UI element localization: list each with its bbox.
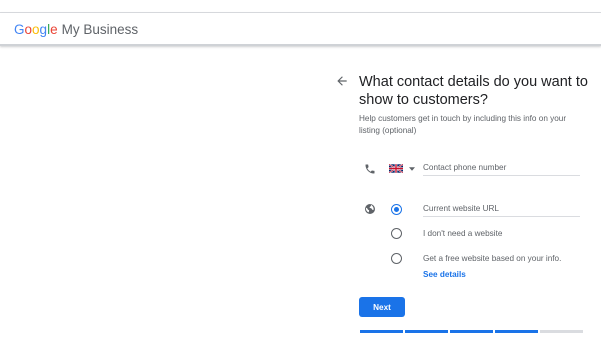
- progress-step: [495, 330, 538, 333]
- progress-step: [450, 330, 493, 333]
- website-option-none-radio[interactable]: [391, 228, 402, 239]
- phone-icon: [365, 164, 375, 174]
- logo-letter: g: [39, 22, 48, 37]
- app-header: Google My Business: [0, 13, 601, 46]
- website-option-free-radio[interactable]: [391, 253, 402, 264]
- globe-icon: [365, 204, 375, 214]
- page-title: What contact details do you want to show…: [359, 74, 588, 108]
- logo-letter: G: [14, 22, 25, 37]
- website-url-input[interactable]: [423, 202, 580, 217]
- website-option-current-radio[interactable]: [391, 204, 402, 215]
- step-progress-bar: [360, 330, 583, 333]
- uk-flag-icon[interactable]: [389, 164, 403, 173]
- progress-step: [360, 330, 403, 333]
- phone-number-input[interactable]: [423, 161, 580, 176]
- product-name: My Business: [61, 22, 139, 37]
- page-subtitle: Help customers get in touch by including…: [359, 114, 567, 135]
- brand-logo[interactable]: Google My Business: [14, 22, 138, 37]
- website-option-none-label[interactable]: I don't need a website: [423, 229, 502, 238]
- logo-letter: e: [50, 22, 58, 37]
- next-button[interactable]: Next: [359, 297, 405, 317]
- logo-letter: o: [32, 22, 40, 37]
- progress-step: [540, 330, 583, 333]
- arrow-left-icon[interactable]: [335, 74, 349, 88]
- progress-step: [405, 330, 448, 333]
- see-details-link[interactable]: See details: [423, 270, 466, 279]
- logo-letter: o: [24, 22, 33, 37]
- chevron-down-icon[interactable]: [409, 167, 415, 171]
- website-option-free-label[interactable]: Get a free website based on your info.: [423, 254, 561, 263]
